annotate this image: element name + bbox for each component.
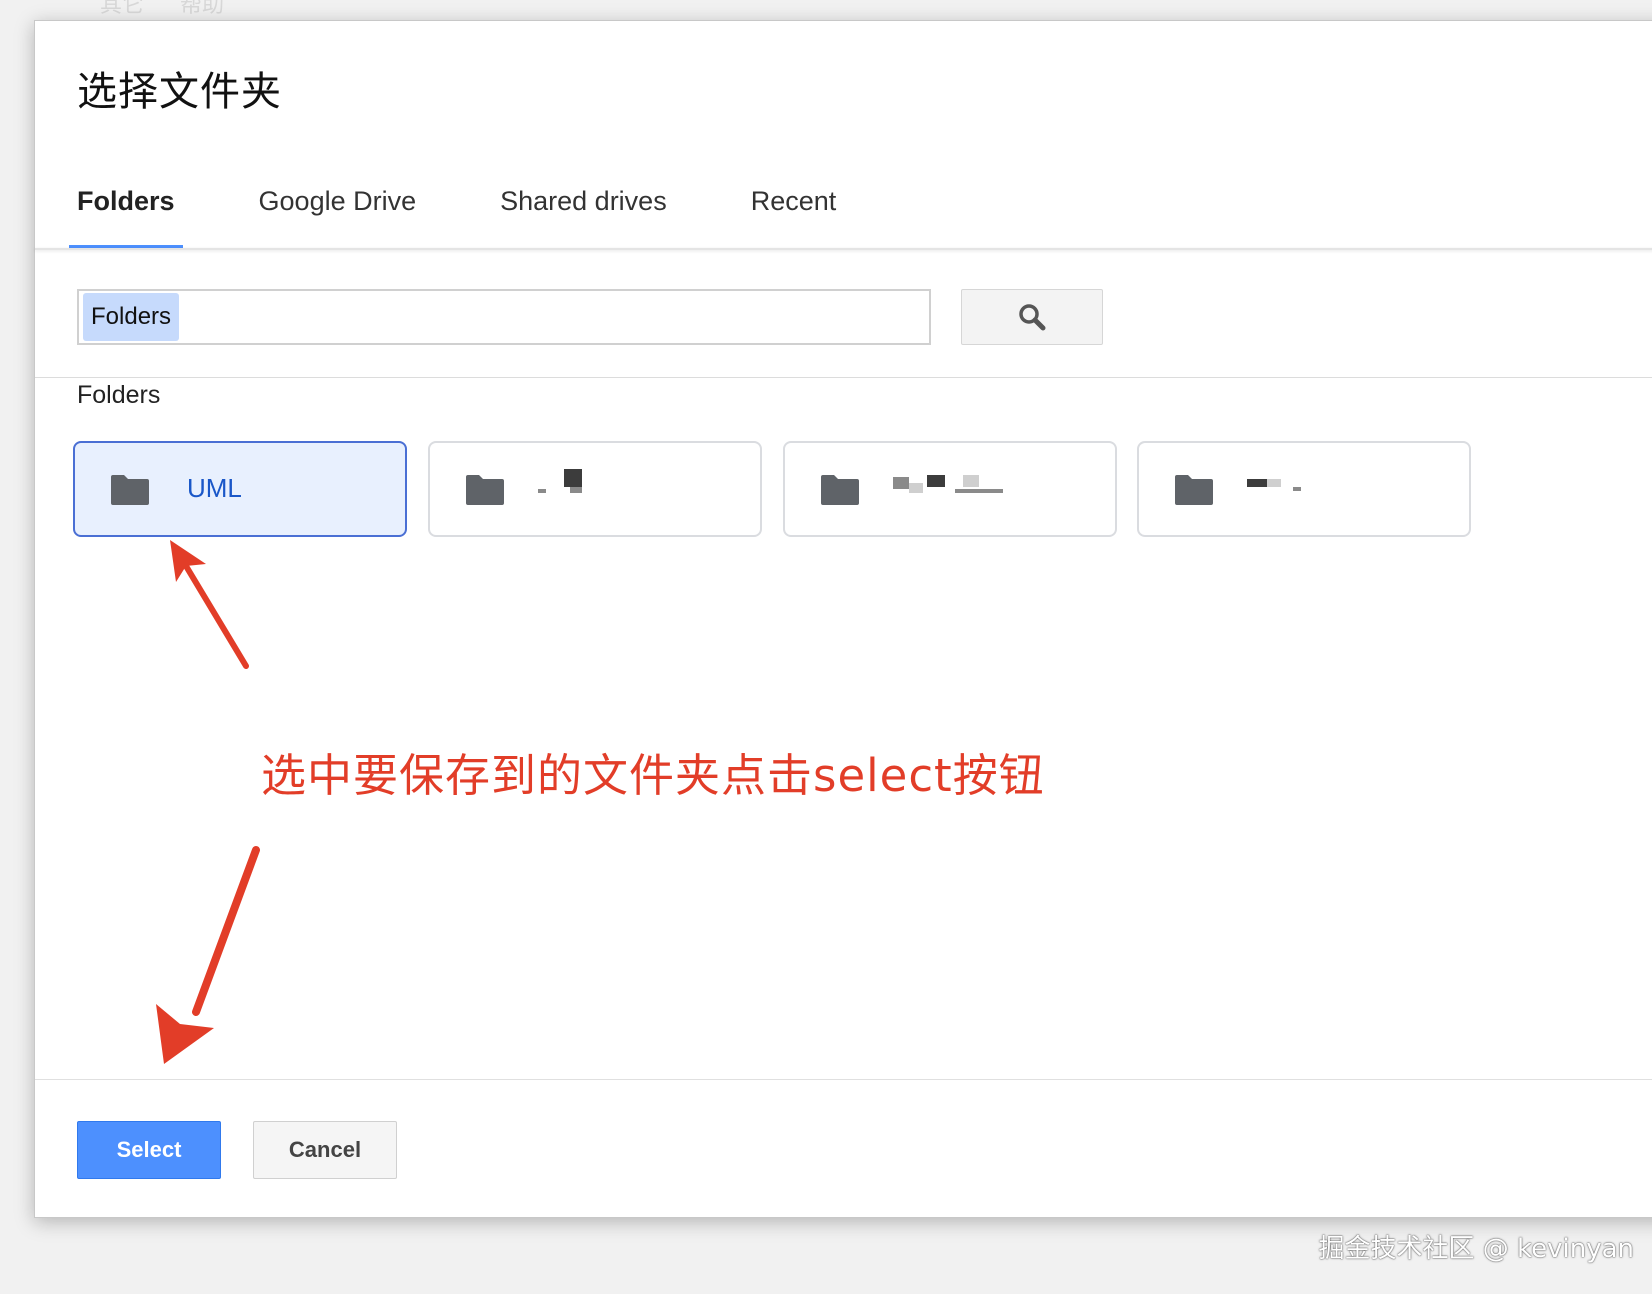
cancel-button[interactable]: Cancel <box>253 1121 397 1179</box>
redacted-name <box>1267 479 1281 487</box>
background-menu-item: 其它 <box>100 0 145 17</box>
redacted-name <box>1247 479 1267 487</box>
search-input[interactable]: Folders <box>77 289 931 345</box>
tab-label: Google Drive <box>258 185 417 216</box>
tab-label: Recent <box>750 185 837 216</box>
search-icon <box>1019 304 1046 331</box>
tab-bar: Folders Google Drive Shared drives Recen… <box>69 153 836 249</box>
redacted-name <box>955 489 1003 493</box>
redacted-name <box>893 477 909 489</box>
folder-card[interactable] <box>428 441 762 537</box>
folder-name: UML <box>187 473 242 503</box>
tab-recent[interactable]: Recent <box>751 153 837 249</box>
folder-card[interactable] <box>1137 441 1471 537</box>
select-button[interactable]: Select <box>77 1121 221 1179</box>
tab-shared-drives[interactable]: Shared drives <box>500 153 667 249</box>
dialog-title: 选择文件夹 <box>77 69 282 115</box>
search-button[interactable] <box>961 289 1103 345</box>
tabs-divider <box>35 248 1652 250</box>
tab-label: Shared drives <box>500 185 667 216</box>
redacted-name <box>909 483 923 493</box>
redacted-name <box>538 489 546 493</box>
redacted-name <box>1293 487 1301 491</box>
redacted-name <box>564 469 582 487</box>
section-label: Folders <box>77 381 161 409</box>
footer-divider <box>35 1079 1652 1080</box>
folder-icon <box>821 475 859 505</box>
folder-icon <box>466 475 504 505</box>
tab-label: Folders <box>77 185 175 216</box>
redacted-name <box>570 487 582 493</box>
redacted-name <box>927 475 945 487</box>
annotation-text: 选中要保存到的文件夹点击select按钮 <box>261 749 1045 802</box>
folder-card[interactable] <box>783 441 1117 537</box>
search-scope-chip[interactable]: Folders <box>83 293 180 341</box>
folder-icon <box>111 475 149 505</box>
search-scope-chip-label: Folders <box>91 303 172 330</box>
content-divider <box>35 377 1652 378</box>
background-menu: 其它 帮助 <box>100 0 224 22</box>
select-folder-dialog: 选择文件夹 Folders Google Drive Shared drives… <box>34 20 1652 1218</box>
select-button-label: Select <box>116 1137 182 1162</box>
watermark: 掘金技术社区 @ kevinyan <box>1318 1234 1634 1264</box>
folder-icon <box>1175 475 1213 505</box>
redacted-name <box>963 475 979 487</box>
tab-folders[interactable]: Folders <box>69 153 183 249</box>
tab-google-drive[interactable]: Google Drive <box>259 153 417 249</box>
folder-card-uml[interactable]: UML <box>73 441 407 537</box>
cancel-button-label: Cancel <box>288 1137 362 1162</box>
background-menu-item: 帮助 <box>180 0 225 17</box>
